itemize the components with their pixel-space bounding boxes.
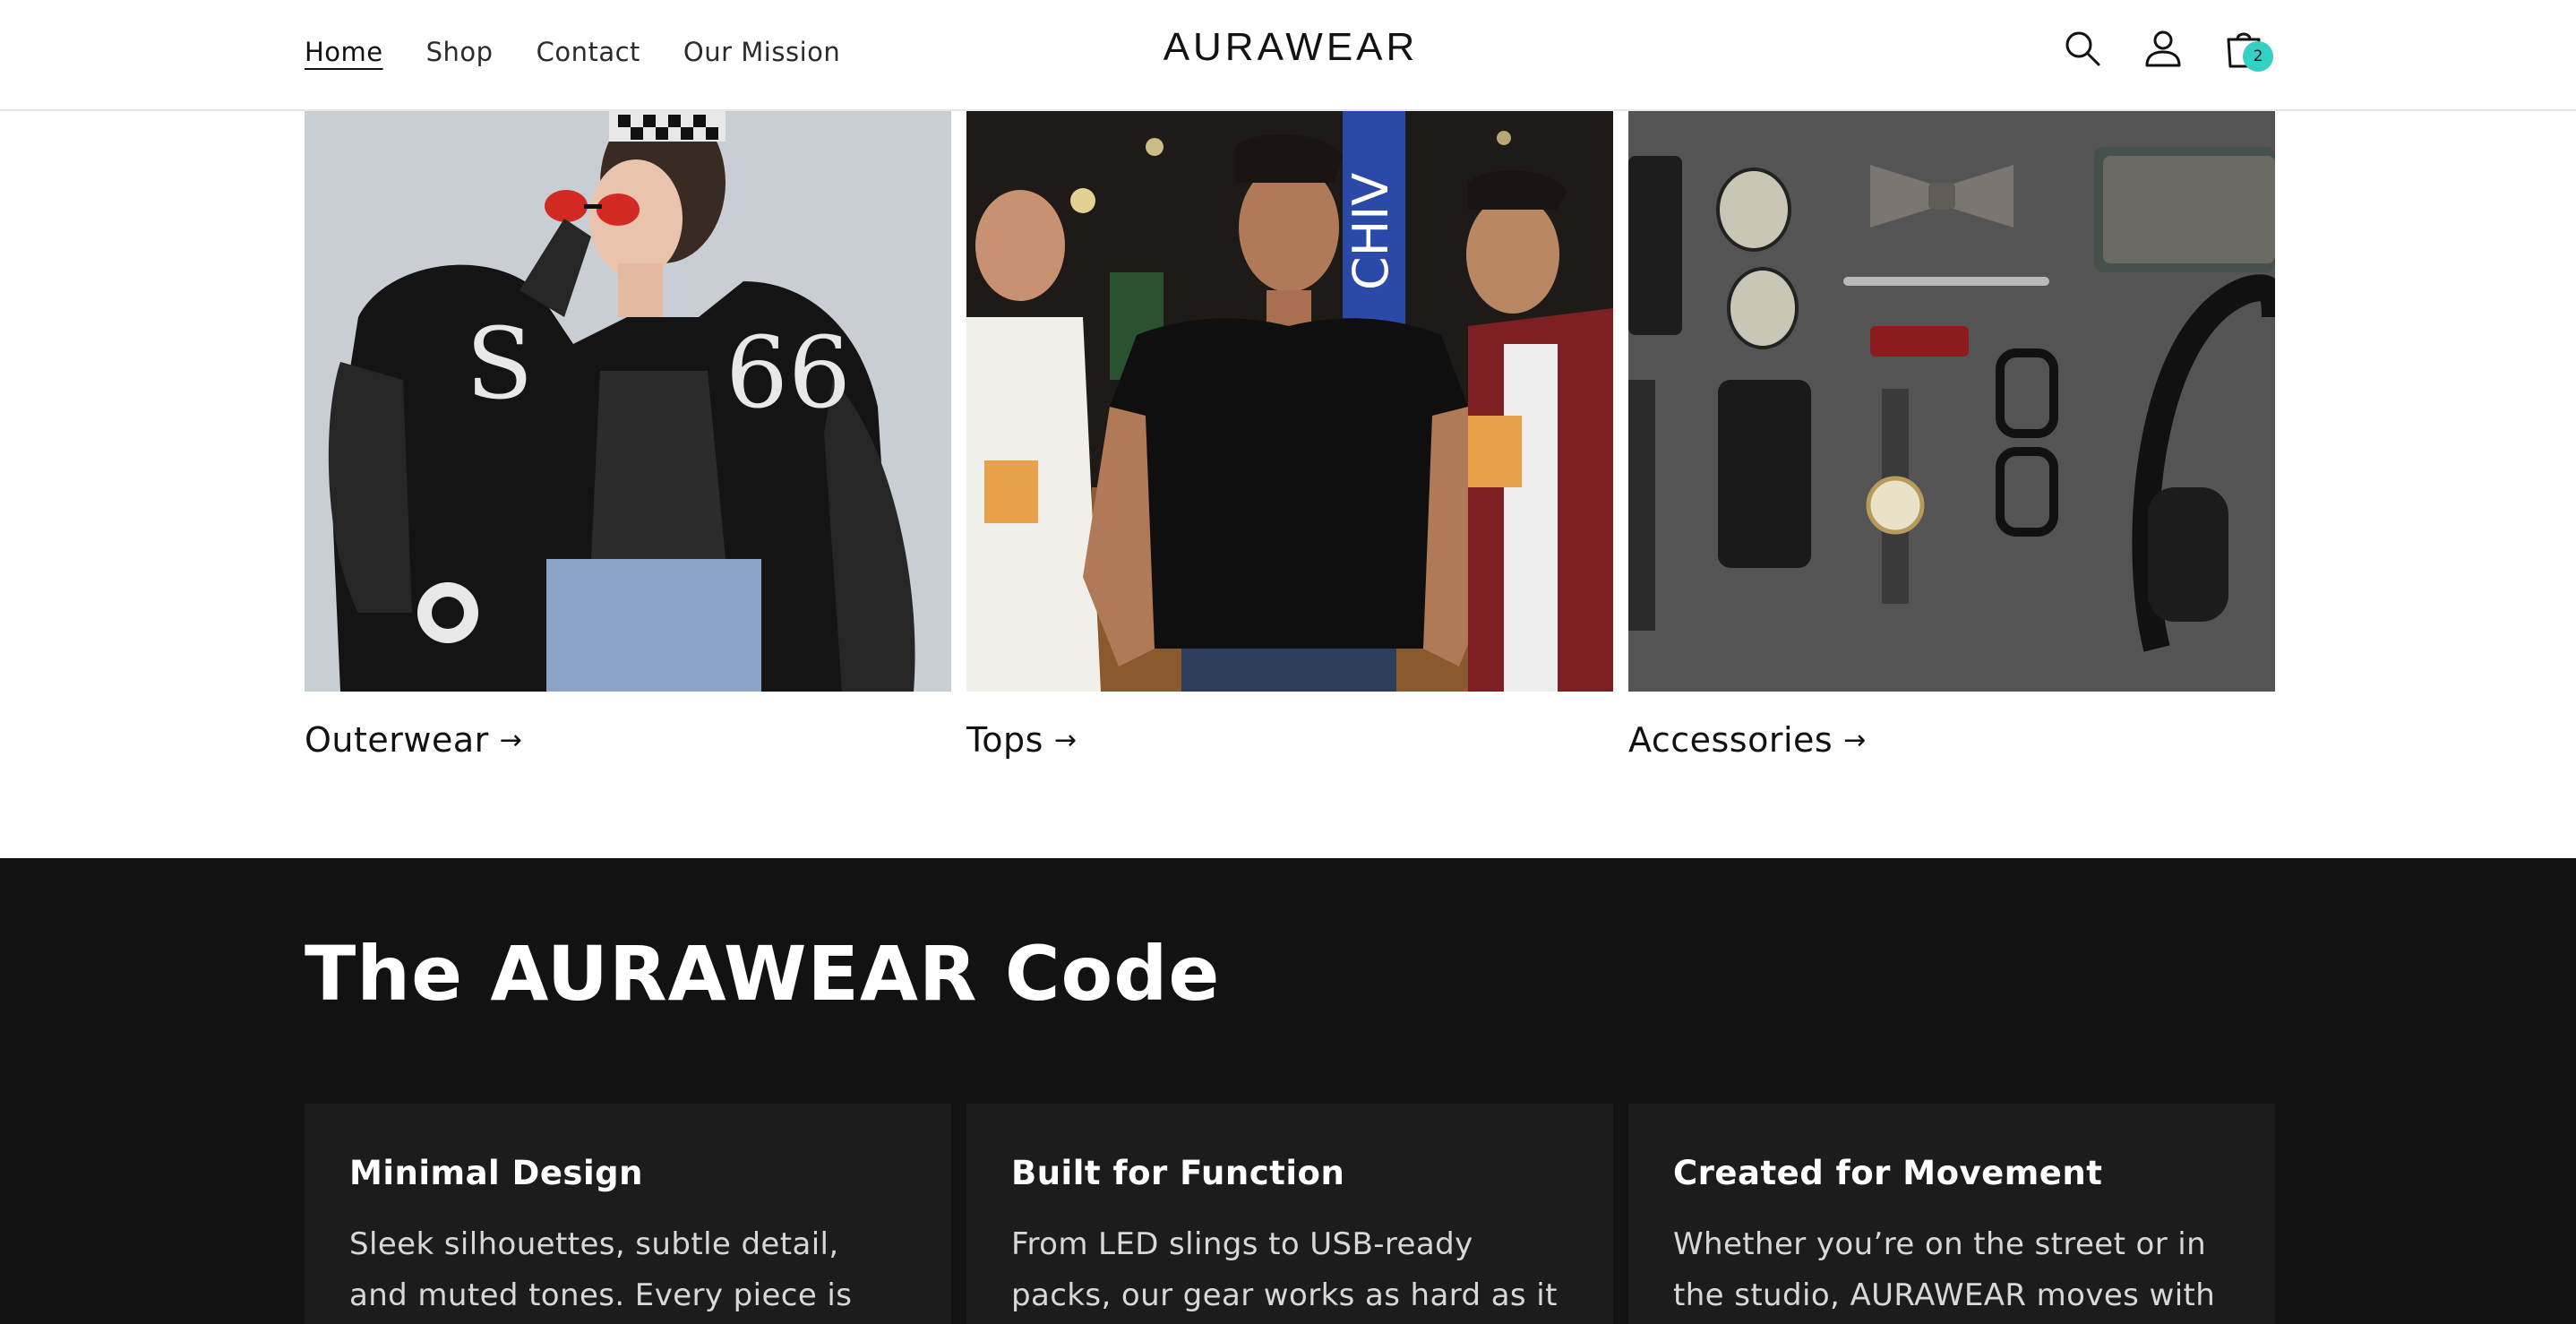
- nav-contact[interactable]: Contact: [537, 37, 640, 67]
- header-icons: 2: [2060, 23, 2273, 73]
- account-icon: [2145, 30, 2181, 67]
- outerwear-link[interactable]: Outerwear →: [305, 720, 951, 760]
- feature-title: Built for Function: [1011, 1154, 1345, 1192]
- feature-card-created-for-movement: Created for Movement Whether you’re on t…: [1628, 1104, 2275, 1324]
- arrow-right-icon: →: [1843, 724, 1867, 756]
- accessories-label: Accessories: [1628, 720, 1833, 760]
- nav-home[interactable]: Home: [305, 37, 383, 67]
- brand-logo[interactable]: AURAWEAR: [1143, 25, 1438, 70]
- collection-card-tops[interactable]: CHIV Tops →: [966, 111, 1613, 760]
- nav-shop[interactable]: Shop: [426, 37, 494, 67]
- svg-text:66: 66: [726, 315, 851, 430]
- svg-text:S: S: [466, 306, 533, 421]
- feature-card-minimal-design: Minimal Design Sleek silhouettes, subtle…: [305, 1104, 951, 1324]
- feature-title: Created for Movement: [1673, 1154, 2103, 1192]
- feature-title: Minimal Design: [349, 1154, 643, 1192]
- collection-card-accessories[interactable]: Accessories →: [1628, 111, 2275, 760]
- collection-list: S 66 Outerwear → CHIV Tops → Accessories…: [305, 111, 2275, 765]
- tops-link[interactable]: Tops →: [966, 720, 1613, 760]
- search-button[interactable]: [2060, 23, 2105, 73]
- outerwear-image: S 66: [305, 111, 951, 692]
- arrow-right-icon: →: [499, 724, 523, 756]
- site-header: Home Shop Contact Our Mission AURAWEAR 2: [0, 0, 2576, 111]
- feature-text: Sleek silhouettes, subtle detail, and mu…: [349, 1226, 853, 1313]
- nav-our-mission[interactable]: Our Mission: [683, 37, 840, 67]
- tops-image: CHIV: [966, 111, 1613, 692]
- outerwear-label: Outerwear: [305, 720, 489, 760]
- account-button[interactable]: [2141, 23, 2185, 73]
- feature-card-built-for-function: Built for Function From LED slings to US…: [966, 1104, 1613, 1324]
- cart-button[interactable]: 2: [2221, 23, 2273, 73]
- accessories-link[interactable]: Accessories →: [1628, 720, 2275, 760]
- cart-count-badge: 2: [2243, 41, 2273, 72]
- accessories-image: [1628, 111, 2275, 692]
- section-title: The AURAWEAR Code: [305, 930, 1221, 1018]
- feature-text: From LED slings to USB-ready packs, our …: [1011, 1226, 1558, 1313]
- feature-text: Whether you’re on the street or in the s…: [1673, 1226, 2216, 1313]
- collection-card-outerwear[interactable]: S 66 Outerwear →: [305, 111, 951, 760]
- search-icon: [2065, 31, 2100, 66]
- tops-label: Tops: [966, 720, 1043, 760]
- arrow-right-icon: →: [1053, 724, 1078, 756]
- aurawear-code-section: The AURAWEAR Code Minimal Design Sleek s…: [0, 858, 2576, 1324]
- svg-text:CHIV: CHIV: [1343, 173, 1399, 290]
- main-nav: Home Shop Contact Our Mission: [305, 0, 840, 104]
